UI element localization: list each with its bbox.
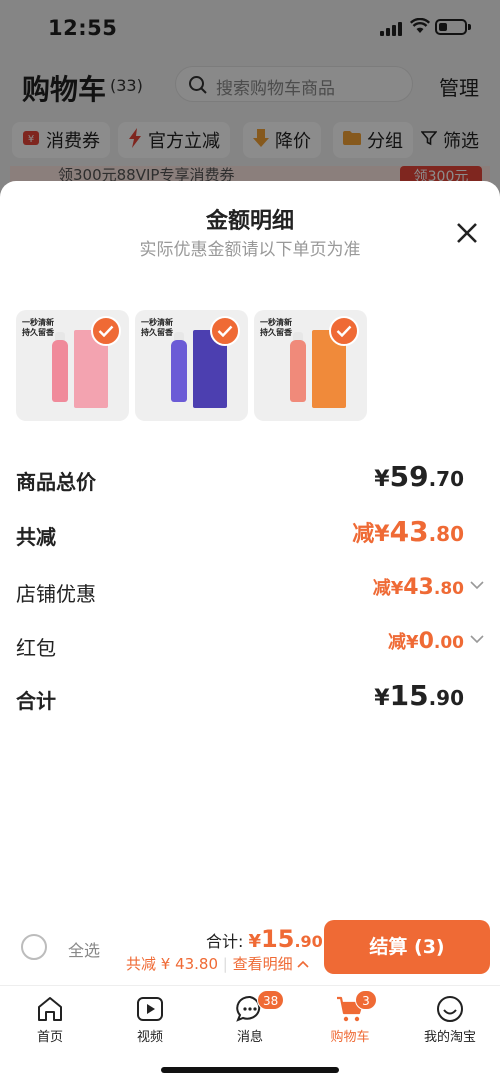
tab-video[interactable]: 视频 [110,994,190,1045]
checkout-bar: 全选 合计: ¥15.90 共减 ¥ 43.80 | 查看明细 结算 (3) [0,915,500,985]
select-all-label[interactable]: 全选 [68,937,100,961]
chevron-down-icon[interactable] [470,634,484,644]
chevron-down-icon[interactable] [470,580,484,590]
selected-check-icon[interactable] [210,316,240,346]
product-bottle [171,340,187,402]
sheet-subtitle: 实际优惠金额请以下单页为准 [139,240,361,260]
chevron-up-icon[interactable] [297,959,309,969]
price-row-label: 共减 [16,525,56,549]
product-headline: 一秒清新 持久留香 [260,318,292,337]
profile-icon [437,996,463,1022]
select-all-checkbox[interactable] [21,934,47,960]
tab-home[interactable]: 首页 [10,994,90,1045]
selected-check-icon[interactable] [91,316,121,346]
home-icon [38,997,62,1021]
price-row-value: 减¥0.00 [388,629,464,654]
cart-badge: 3 [355,990,377,1010]
price-row-value: ¥15.90 [374,679,464,712]
product-headline: 一秒清新 持久留香 [22,318,54,337]
price-row-label: 商品总价 [16,470,96,494]
product-bottle [290,340,306,402]
view-details-link[interactable]: 查看明细 [233,955,293,973]
checkout-button[interactable]: 结算 (3) [324,920,490,974]
price-row[interactable]: 店铺优惠 减¥43.80 [0,574,500,610]
tab-messages[interactable]: 消息 38 [210,990,290,1045]
price-row: 商品总价 ¥59.70 [0,460,500,500]
close-icon[interactable] [452,218,482,248]
price-row-value: 减¥43.80 [352,515,464,548]
price-row-label: 红包 [16,636,56,660]
tab-cart[interactable]: 购物车 3 [310,990,390,1045]
price-row[interactable]: 红包 减¥0.00 [0,628,500,664]
price-row: 共减 减¥43.80 [0,515,500,555]
selected-check-icon[interactable] [329,316,359,346]
saved-amount: 共减 ¥ 43.80 | 查看明细 [126,953,309,974]
product-thumbnail[interactable]: 一秒清新 持久留香 [16,310,129,421]
video-icon [137,997,163,1021]
total-amount: 合计: ¥15.90 [206,925,323,953]
home-indicator [161,1067,339,1073]
product-bottle [52,340,68,402]
price-row: 合计 ¥15.90 [0,679,500,719]
sheet-title: 金额明细 [205,209,294,234]
price-row-value: ¥59.70 [374,460,464,493]
price-row-label: 店铺优惠 [16,582,96,606]
price-row-value: 减¥43.80 [372,575,464,600]
price-row-label: 合计 [16,689,56,713]
product-thumbnail[interactable]: 一秒清新 持久留香 [254,310,367,421]
product-thumbnail[interactable]: 一秒清新 持久留香 [135,310,248,421]
product-headline: 一秒清新 持久留香 [141,318,173,337]
message-badge: 38 [257,990,285,1010]
tab-my-taobao[interactable]: 我的淘宝 [410,994,490,1045]
